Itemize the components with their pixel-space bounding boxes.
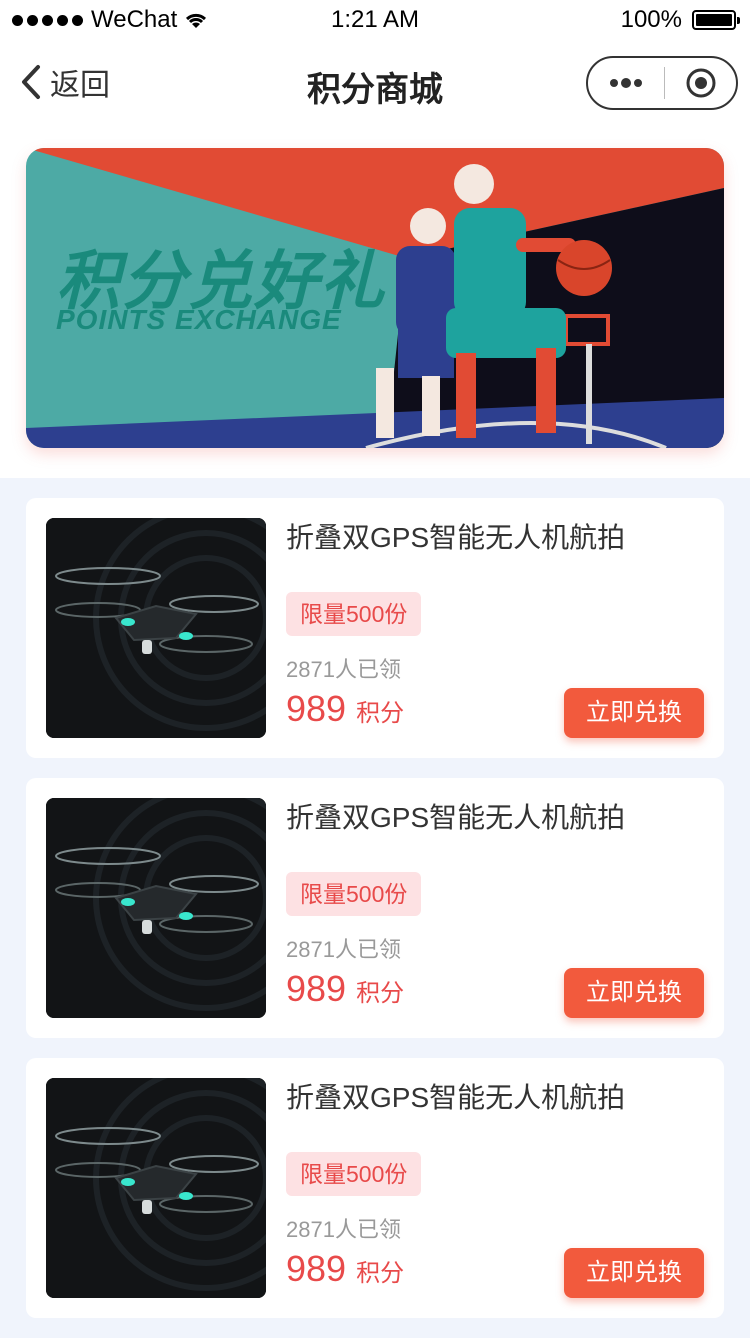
- claimed-count: 2871人已领: [286, 657, 401, 682]
- claimed-count: 2871人已领: [286, 937, 401, 962]
- price-value: 989: [286, 688, 347, 729]
- status-right: 100%: [620, 6, 740, 34]
- redeem-button[interactable]: 立即兑换: [564, 1248, 704, 1298]
- product-card[interactable]: 折叠双GPS智能无人机航拍 限量500份 2871人已领 989 积分 立即兑换: [26, 1058, 724, 1318]
- product-card[interactable]: 折叠双GPS智能无人机航拍 限量500份 2871人已领 989 积分 立即兑换: [26, 498, 724, 758]
- drone-image: [46, 518, 266, 738]
- status-bar: WeChat 1:21 AM 100%: [0, 0, 750, 40]
- more-button[interactable]: [588, 58, 664, 108]
- mini-program-capsule: [586, 56, 738, 110]
- product-image: [46, 1078, 266, 1298]
- price: 989 积分: [286, 1248, 404, 1290]
- promo-banner[interactable]: 积分兑好礼 POINTS EXCHANGE: [26, 148, 724, 448]
- nav-bar: 返回 积分商城: [0, 40, 750, 128]
- banner-subtitle: POINTS EXCHANGE: [56, 304, 342, 335]
- limit-badge: 限量500份: [286, 872, 422, 916]
- product-name: 折叠双GPS智能无人机航拍: [286, 1082, 626, 1113]
- price-unit: 积分: [356, 1260, 405, 1287]
- price-value: 989: [286, 1248, 347, 1289]
- close-button[interactable]: [665, 58, 736, 108]
- battery-percent: 100%: [620, 6, 682, 33]
- price-value: 989: [286, 968, 347, 1009]
- product-name: 折叠双GPS智能无人机航拍: [286, 522, 626, 553]
- battery-icon: [692, 10, 740, 30]
- product-list: 折叠双GPS智能无人机航拍 限量500份 2871人已领 989 积分 立即兑换: [26, 498, 724, 1338]
- limit-badge: 限量500份: [286, 1152, 422, 1196]
- limit-badge: 限量500份: [286, 592, 422, 636]
- product-card[interactable]: 折叠双GPS智能无人机航拍 限量500份 2871人已领 989 积分 立即兑换: [26, 778, 724, 1038]
- drone-image: [46, 1078, 266, 1298]
- price-unit: 积分: [356, 700, 405, 727]
- claimed-count: 2871人已领: [286, 1217, 401, 1242]
- price: 989 积分: [286, 968, 404, 1010]
- product-name: 折叠双GPS智能无人机航拍: [286, 802, 626, 833]
- product-image: [46, 798, 266, 1018]
- more-dots-icon: [610, 78, 642, 88]
- target-close-icon: [686, 68, 715, 98]
- redeem-button[interactable]: 立即兑换: [564, 968, 704, 1018]
- price-unit: 积分: [356, 980, 405, 1007]
- redeem-button[interactable]: 立即兑换: [564, 688, 704, 738]
- price: 989 积分: [286, 688, 404, 730]
- drone-image: [46, 798, 266, 1018]
- product-image: [46, 518, 266, 738]
- banner-section: 积分兑好礼 POINTS EXCHANGE: [0, 128, 750, 478]
